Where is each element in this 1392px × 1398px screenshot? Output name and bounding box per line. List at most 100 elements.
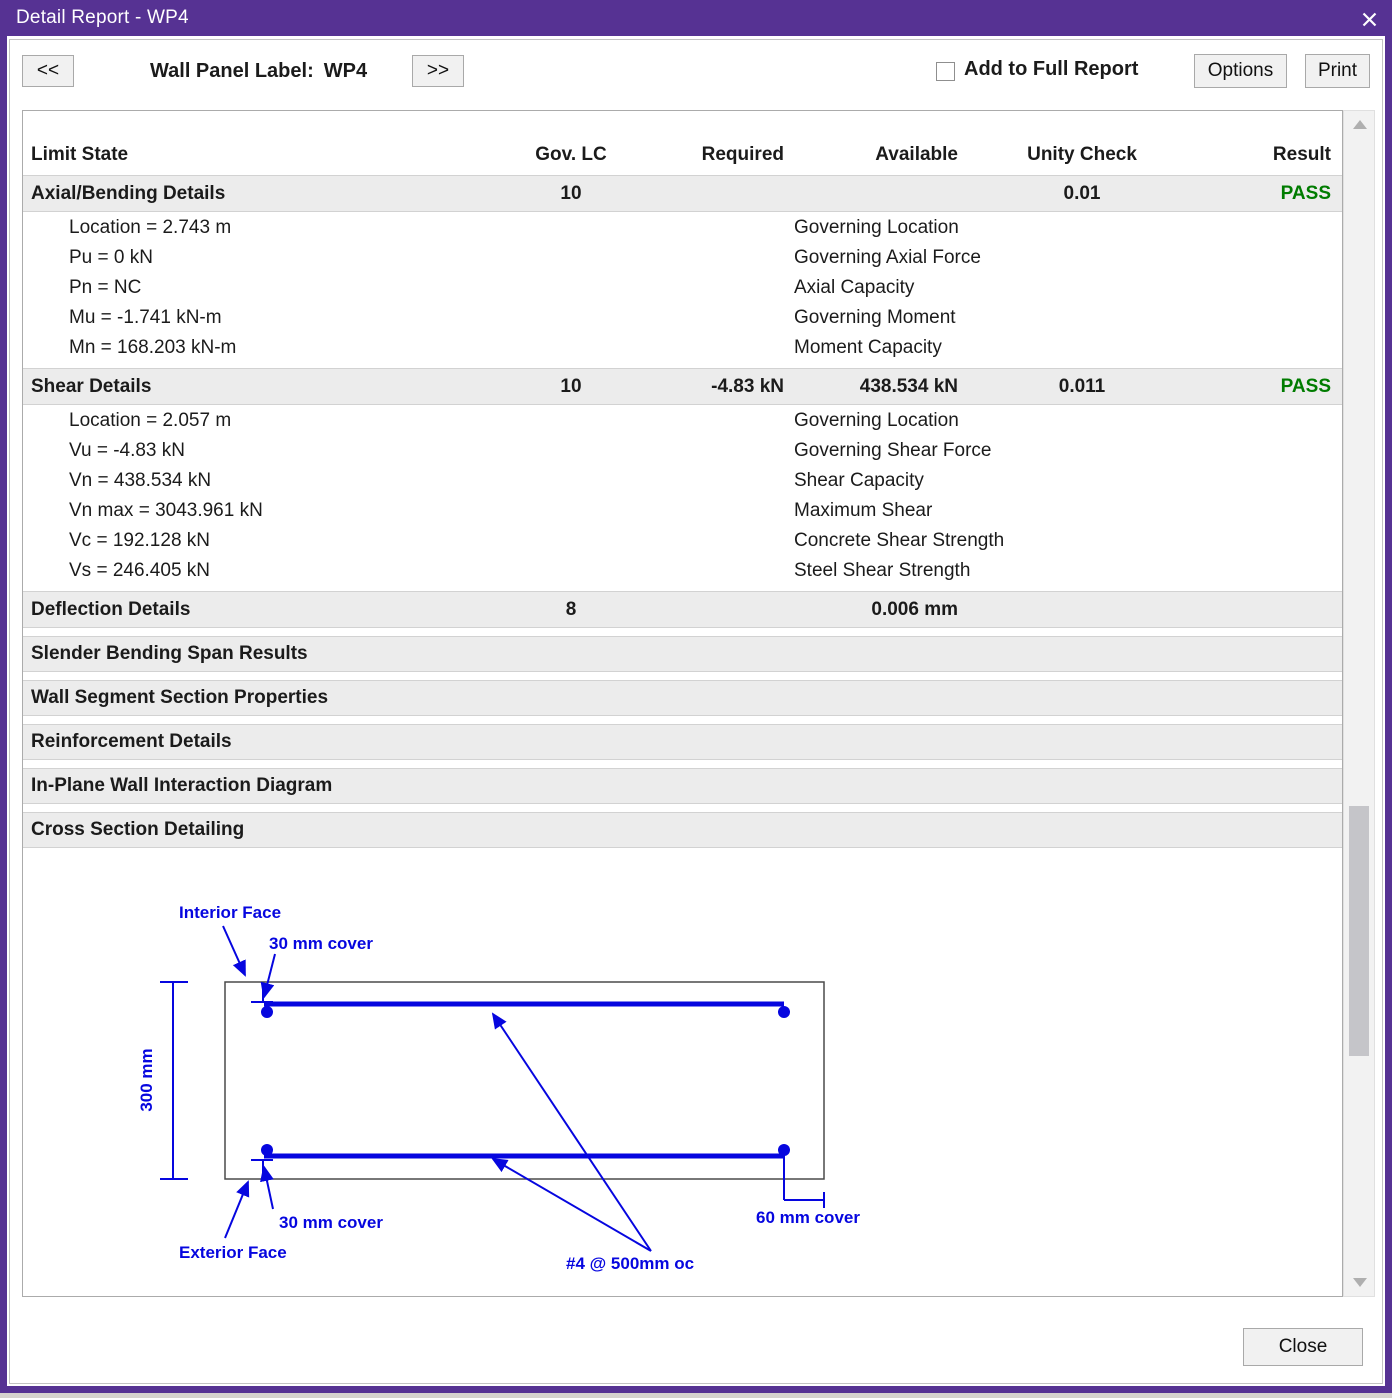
available-value: 0.006 mm [784,599,958,621]
bottom-cover-label: 30 mm cover [279,1213,383,1232]
rebar-dot [778,1006,790,1018]
result-badge: PASS [1206,376,1343,398]
section-header-reinforcement[interactable]: Reinforcement Details [23,724,1342,760]
detail-row: Mn = 168.203 kN-m Moment Capacity [23,334,1342,364]
detail-row: Vu = -4.83 kN Governing Shear Force [23,437,1342,467]
detail-desc: Shear Capacity [794,470,924,492]
section-name: Deflection Details [23,599,501,621]
bar-spacing-callout: #4 @ 500mm oc [566,1254,694,1273]
gov-lc-value: 10 [501,183,641,205]
section-name: Axial/Bending Details [23,183,501,205]
scroll-down-icon[interactable] [1353,1278,1367,1287]
detail-desc: Axial Capacity [794,277,914,299]
window-border-bottom [0,1386,1392,1393]
interior-face-label: Interior Face [179,903,281,922]
gov-lc-value: 8 [501,599,641,621]
top-cover-label: 30 mm cover [269,934,373,953]
col-available: Available [784,144,958,175]
detail-desc: Governing Shear Force [794,440,992,462]
required-value: -4.83 kN [641,376,784,398]
close-button[interactable]: Close [1243,1328,1363,1366]
unity-check-value: 0.011 [958,376,1206,398]
section-header-slender-bending[interactable]: Slender Bending Span Results [23,636,1342,672]
scroll-up-icon[interactable] [1353,120,1367,129]
unity-check-value: 0.01 [958,183,1206,205]
col-limit-state: Limit State [23,144,501,175]
detail-row: Vn = 438.534 kN Shear Capacity [23,467,1342,497]
section-name: Wall Segment Section Properties [23,687,501,709]
section-header-deflection[interactable]: Deflection Details 8 0.006 mm [23,591,1342,628]
detail-key: Vn max = 3043.961 kN [69,500,263,522]
detail-desc: Steel Shear Strength [794,560,970,582]
detail-row: Location = 2.743 m Governing Location [23,214,1342,244]
window-border-right [1385,0,1392,1393]
rebar-dot [261,1144,273,1156]
detail-desc: Maximum Shear [794,500,932,522]
section-name: Cross Section Detailing [23,819,501,841]
detail-key: Mn = 168.203 kN-m [69,337,236,359]
wall-outline [225,982,824,1179]
detail-row: Vc = 192.128 kN Concrete Shear Strength [23,527,1342,557]
title-bar[interactable]: Detail Report - WP4 [0,0,1392,36]
section-name: Shear Details [23,376,501,398]
axial-bending-details: Location = 2.743 m Governing Location Pu … [23,212,1342,360]
detail-key: Vc = 192.128 kN [69,530,210,552]
detail-key: Vs = 246.405 kN [69,560,210,582]
section-header-interaction-diagram[interactable]: In-Plane Wall Interaction Diagram [23,768,1342,804]
detail-report-dialog: Detail Report - WP4 << Wall Panel Label:… [0,0,1392,1393]
detail-desc: Governing Moment [794,307,956,329]
detail-key: Pu = 0 kN [69,247,153,269]
print-button[interactable]: Print [1305,54,1370,88]
window-title: Detail Report - WP4 [16,7,189,29]
section-header-axial-bending[interactable]: Axial/Bending Details 10 0.01 PASS [23,175,1342,212]
detail-row: Mu = -1.741 kN-m Governing Moment [23,304,1342,334]
detail-key: Mu = -1.741 kN-m [69,307,222,329]
detail-desc: Governing Axial Force [794,247,981,269]
detail-row: Location = 2.057 m Governing Location [23,407,1342,437]
next-panel-button[interactable]: >> [412,55,464,87]
detail-desc: Concrete Shear Strength [794,530,1004,552]
section-name: In-Plane Wall Interaction Diagram [23,775,501,797]
thickness-label: 300 mm [137,1048,156,1111]
col-required: Required [641,144,784,175]
wall-panel-label: Wall Panel Label: WP4 [150,55,367,87]
detail-row: Pn = NC Axial Capacity [23,274,1342,304]
section-header-wall-segment-properties[interactable]: Wall Segment Section Properties [23,680,1342,716]
shear-details: Location = 2.057 m Governing Location Vu … [23,405,1342,583]
previous-panel-button[interactable]: << [22,55,74,87]
section-header-cross-section-detailing[interactable]: Cross Section Detailing [23,812,1342,848]
available-value: 438.534 kN [784,376,958,398]
report-area: Limit State Gov. LC Required Available U… [22,110,1343,1297]
rebar-dot [261,1006,273,1018]
detail-desc: Governing Location [794,217,959,239]
result-badge: PASS [1206,183,1343,205]
gov-lc-value: 10 [501,376,641,398]
options-button[interactable]: Options [1194,54,1287,88]
col-result: Result [1206,144,1343,175]
results-header-row: Limit State Gov. LC Required Available U… [23,111,1342,175]
detail-row: Pu = 0 kN Governing Axial Force [23,244,1342,274]
detail-key: Pn = NC [69,277,141,299]
vertical-scrollbar[interactable] [1343,110,1375,1297]
col-unity-check: Unity Check [958,144,1206,175]
exterior-face-label: Exterior Face [179,1243,287,1262]
add-to-full-report-checkbox[interactable] [936,62,955,81]
detail-desc: Moment Capacity [794,337,942,359]
section-header-shear[interactable]: Shear Details 10 -4.83 kN 438.534 kN 0.0… [23,368,1342,405]
detail-desc: Governing Location [794,410,959,432]
section-name: Slender Bending Span Results [23,643,501,665]
add-to-full-report-label: Add to Full Report [964,58,1138,81]
close-icon[interactable] [1358,8,1380,30]
detail-key: Vu = -4.83 kN [69,440,185,462]
detail-key: Location = 2.057 m [69,410,231,432]
detail-key: Vn = 438.534 kN [69,470,211,492]
detail-key: Location = 2.743 m [69,217,231,239]
col-gov-lc: Gov. LC [501,144,641,175]
right-cover-label: 60 mm cover [756,1208,860,1227]
wall-panel-label-value: WP4 [324,60,367,83]
wall-panel-label-text: Wall Panel Label: [150,60,314,83]
window-border-left [0,0,7,1393]
cross-section-diagram: 300 mm Interior Face 30 mm cover Exterio… [23,848,1342,1297]
section-name: Reinforcement Details [23,731,501,753]
scrollbar-thumb[interactable] [1349,806,1369,1056]
